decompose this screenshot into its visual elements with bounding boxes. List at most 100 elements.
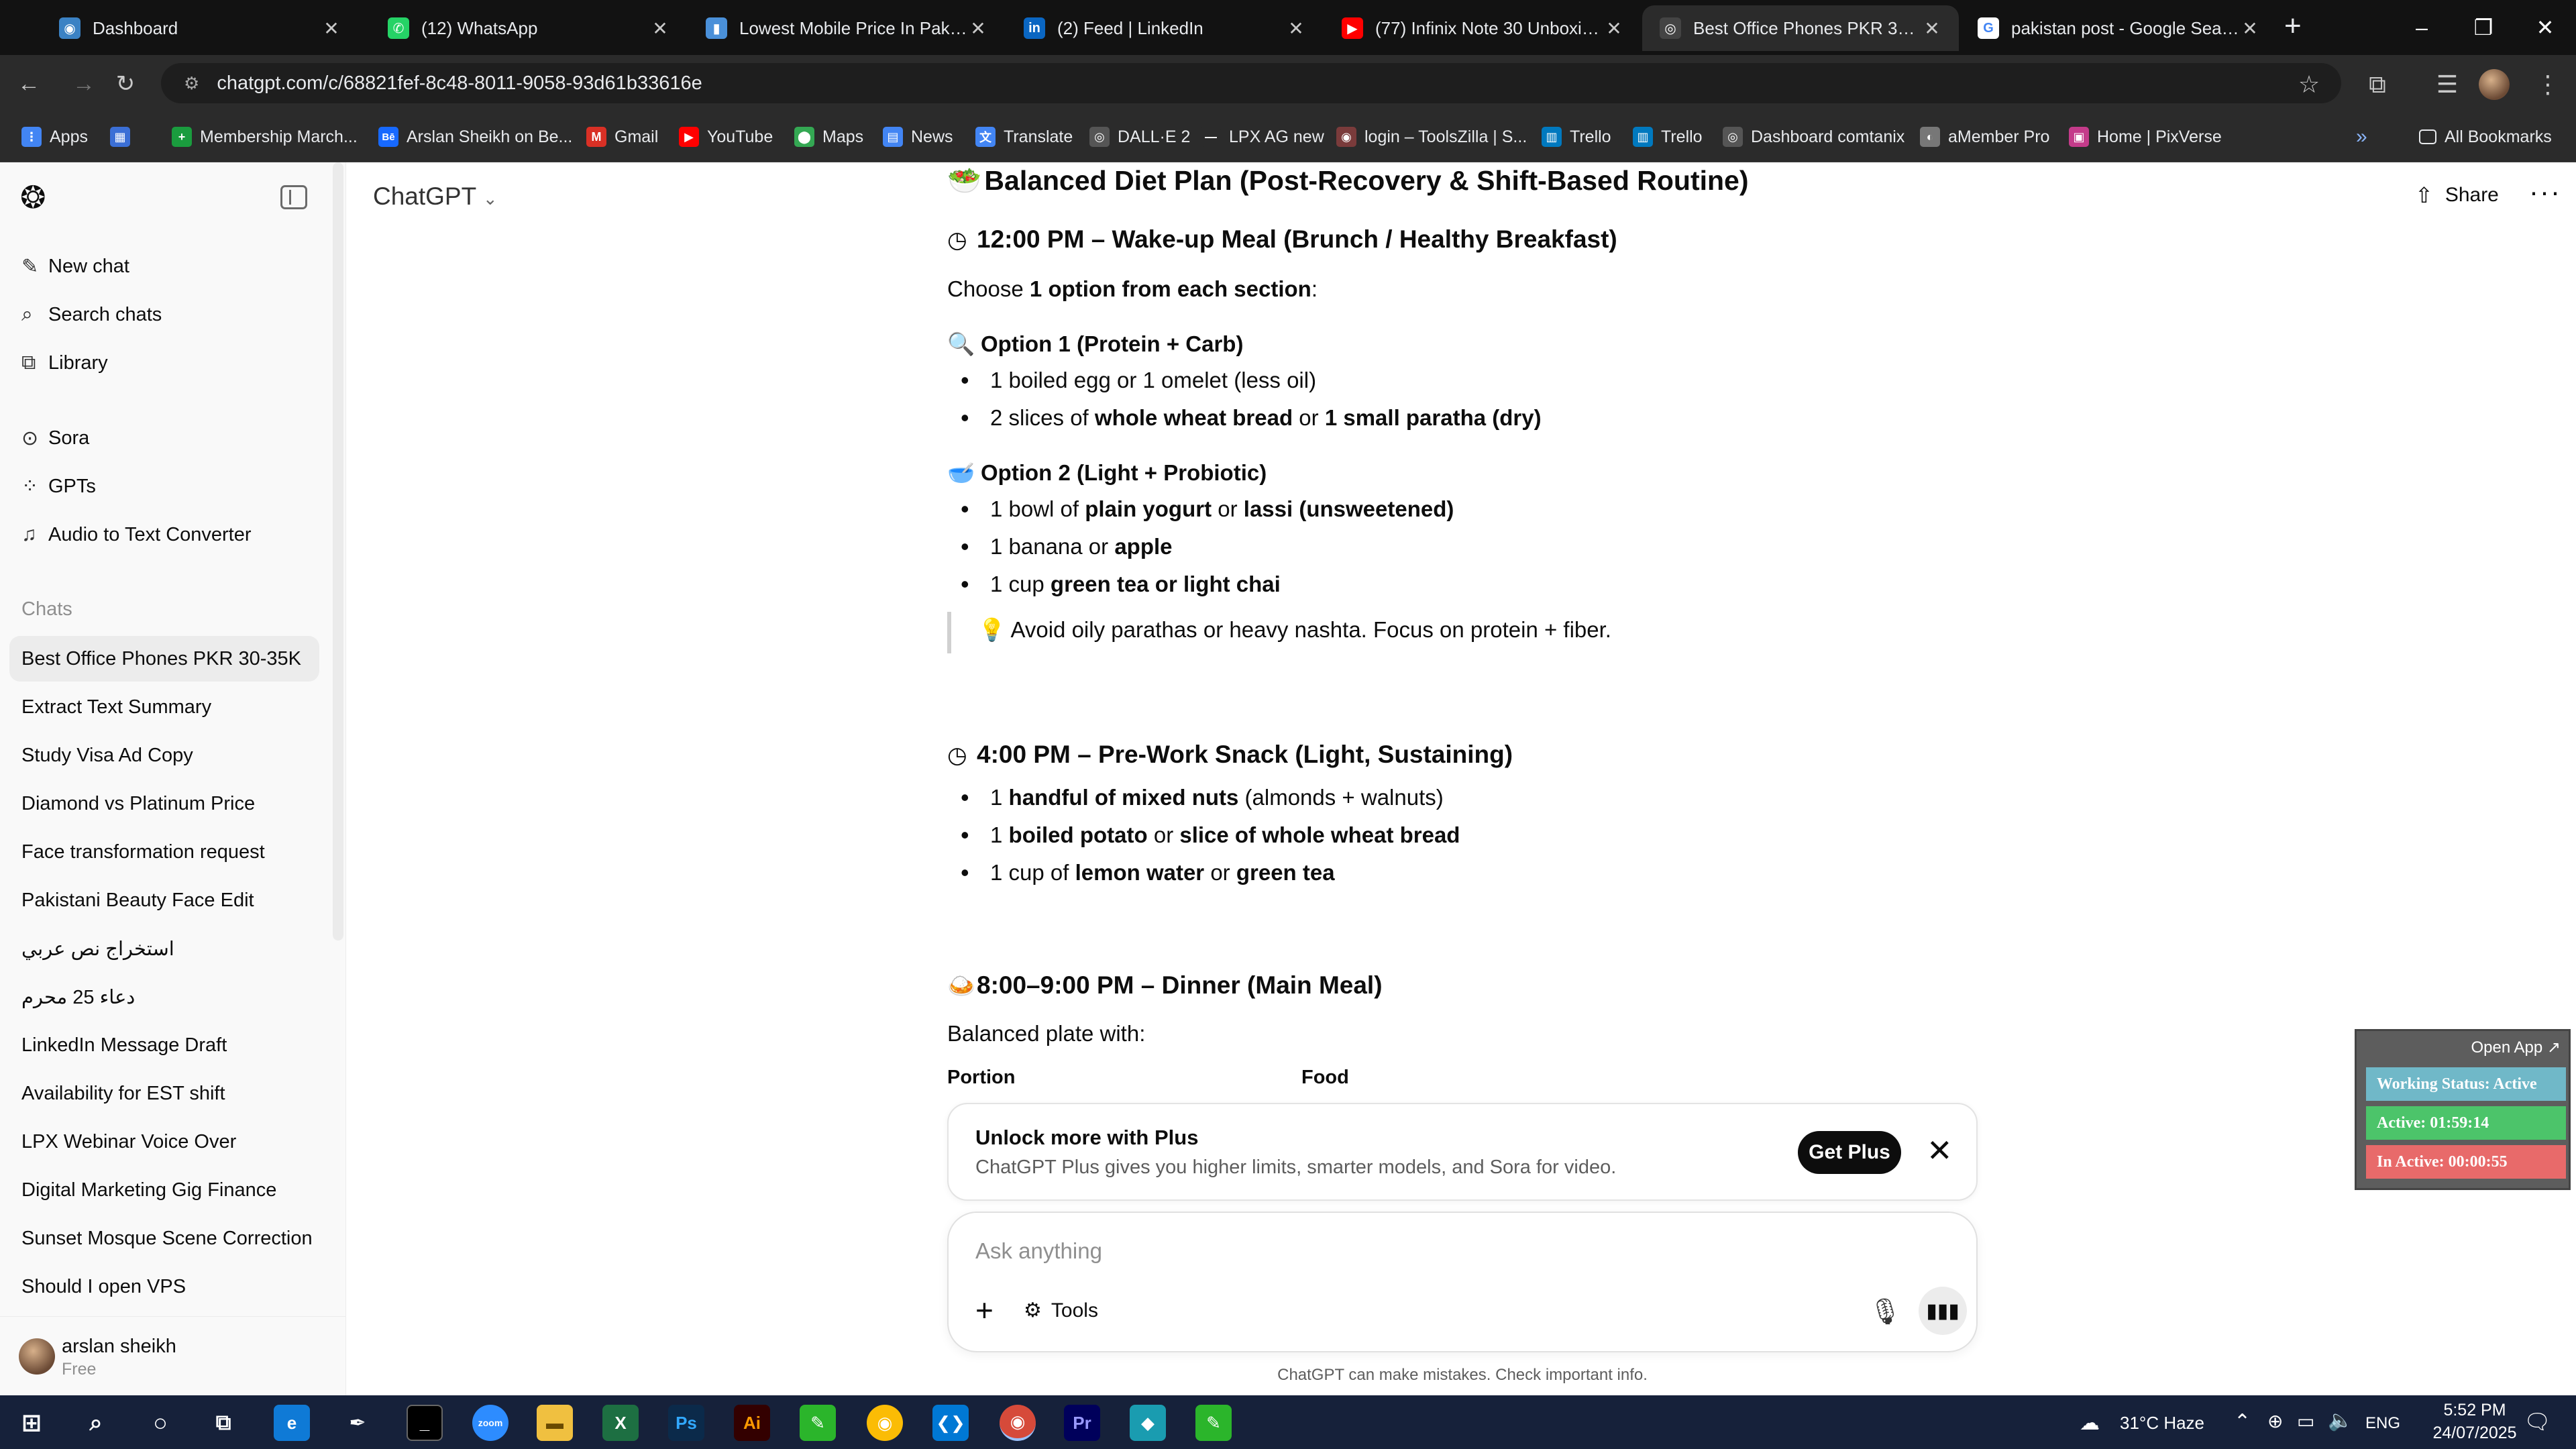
chat-item[interactable]: Pakistani Beauty Face Edit (9, 877, 319, 923)
terminal-icon[interactable]: _ (407, 1405, 443, 1441)
bookmark-toolszilla[interactable]: ◉ login – ToolsZilla | S... (1336, 122, 1527, 152)
chat-item[interactable]: Diamond vs Platinum Price (9, 781, 319, 826)
close-tab-icon[interactable]: ✕ (1287, 17, 1305, 40)
bookmark-lpx[interactable]: — LPX AG new (1201, 122, 1324, 152)
close-tab-icon[interactable]: ✕ (322, 17, 341, 40)
model-selector[interactable]: ChatGPT ⌄ (373, 182, 498, 211)
pen-tool-icon[interactable]: ✒ (339, 1405, 376, 1441)
vscode-icon[interactable]: ❮❯ (932, 1405, 969, 1441)
weather-icon[interactable]: ☁ (2080, 1411, 2100, 1435)
close-tab-icon[interactable]: ✕ (1923, 17, 1941, 40)
bookmark-icon-only[interactable]: ▦ (110, 122, 138, 152)
windows-start-icon[interactable]: ⊞ (13, 1405, 50, 1441)
sidebar-toggle-icon[interactable] (280, 185, 307, 209)
close-tab-icon[interactable]: ✕ (651, 17, 669, 40)
premiere-icon[interactable]: Pr (1064, 1405, 1100, 1441)
prompt-input[interactable]: Ask anything (975, 1238, 1102, 1264)
restore-button[interactable]: ❐ (2453, 0, 2514, 55)
excel-icon[interactable]: X (602, 1405, 639, 1441)
bookmark-pixverse[interactable]: ▣ Home | PixVerse (2069, 122, 2222, 152)
all-bookmarks-button[interactable]: All Bookmarks (2419, 122, 2552, 152)
chat-item[interactable]: Extract Text Summary (9, 684, 319, 730)
tab-youtube[interactable]: ▶ (77) Infinix Note 30 Unboxing | ✕ (1324, 5, 1641, 51)
zoom-icon[interactable]: zoom (472, 1405, 508, 1441)
sidebar-scrollbar[interactable] (333, 162, 343, 941)
bookmark-news[interactable]: ▤ News (883, 122, 953, 152)
openai-logo-icon[interactable]: ❂ (20, 181, 52, 213)
green-app-icon[interactable]: ✎ (800, 1405, 836, 1441)
bookmark-membership[interactable]: + Membership March... (172, 122, 358, 152)
open-app-link[interactable]: Open App ↗ (2471, 1038, 2561, 1057)
chrome-menu-icon[interactable]: ⋮ (2529, 66, 2567, 103)
sidebar-item-library[interactable]: ⧉ Library (9, 342, 319, 384)
edge-icon[interactable]: e (274, 1405, 310, 1441)
sidebar-item-gpts[interactable]: ⁘ GPTs (9, 466, 319, 507)
voice-mode-button[interactable]: ▮▮▮ (1919, 1287, 1967, 1335)
weather-text[interactable]: 31°C Haze (2120, 1413, 2204, 1434)
bookmark-youtube[interactable]: ▶ YouTube (679, 122, 773, 152)
green-app-2-icon[interactable]: ✎ (1195, 1405, 1232, 1441)
chat-item[interactable]: Digital Marketing Gig Finance (9, 1167, 319, 1213)
chat-item[interactable]: Face transformation request (9, 829, 319, 875)
blue-app-icon[interactable]: ◆ (1130, 1405, 1166, 1441)
user-profile[interactable]: arslan sheikh Free (0, 1316, 346, 1395)
chrome-icon[interactable]: ◉ (867, 1405, 903, 1441)
network-icon[interactable]: ⊕ (2267, 1410, 2283, 1432)
chat-item[interactable]: استخراج نص عربي (9, 926, 319, 971)
bookmark-trello-1[interactable]: ▥ Trello (1542, 122, 1611, 152)
close-window-button[interactable]: ✕ (2514, 0, 2576, 55)
bookmark-dalle[interactable]: ◎ DALL·E 2 (1089, 122, 1190, 152)
tab-chatgpt-active[interactable]: ◎ Best Office Phones PKR 30-35K ✕ (1642, 5, 1959, 51)
get-plus-button[interactable]: Get Plus (1798, 1131, 1901, 1174)
bookmark-behance[interactable]: Bē Arslan Sheikh on Be... (378, 122, 572, 152)
tab-mobile-price[interactable]: ▮ Lowest Mobile Price In Pakistan ✕ (688, 5, 1005, 51)
chat-item[interactable]: LPX Webinar Voice Over (9, 1119, 319, 1165)
notifications-icon[interactable]: 🗨 (2524, 1409, 2551, 1434)
bookmark-trello-2[interactable]: ▥ Trello (1633, 122, 1703, 152)
language-indicator[interactable]: ENG (2365, 1414, 2400, 1433)
chat-item[interactable]: Availability for EST shift (9, 1071, 319, 1116)
new-tab-button[interactable]: + (2284, 9, 2302, 43)
tools-button[interactable]: ⚙ Tools (1024, 1299, 1098, 1322)
clock-time[interactable]: 5:52 PM (2424, 1401, 2525, 1420)
bookmark-apps[interactable]: ⋮ Apps (21, 122, 88, 152)
media-controls-icon[interactable]: ☰ (2428, 66, 2466, 103)
tab-linkedin[interactable]: in (2) Feed | LinkedIn ✕ (1006, 5, 1323, 51)
sidebar-item-audio-converter[interactable]: ♫ Audio to Text Converter (9, 514, 319, 555)
chat-item[interactable]: دعاء 25 محرم (9, 974, 319, 1020)
illustrator-icon[interactable]: Ai (734, 1405, 770, 1441)
tray-expand-icon[interactable]: ⌃ (2234, 1410, 2251, 1434)
close-tab-icon[interactable]: ✕ (1605, 17, 1623, 40)
bookmark-comtanix[interactable]: ◎ Dashboard comtanix (1723, 122, 1904, 152)
forward-button[interactable]: → (67, 67, 101, 101)
minimize-button[interactable]: – (2391, 0, 2453, 55)
tab-whatsapp[interactable]: ✆ (12) WhatsApp ✕ (370, 5, 687, 51)
profile-avatar[interactable] (2475, 66, 2513, 103)
reload-button[interactable]: ↻ (109, 67, 142, 101)
more-options-icon[interactable]: ··· (2529, 176, 2561, 208)
extensions-icon[interactable]: ⧉ (2359, 66, 2396, 103)
chat-item[interactable]: LinkedIn Message Draft (9, 1022, 319, 1068)
wifi-icon[interactable]: ▭ (2297, 1410, 2314, 1432)
search-icon[interactable]: ⌕ (78, 1405, 114, 1441)
site-info-icon[interactable]: ⚙ (184, 73, 199, 94)
address-bar[interactable]: ⚙ chatgpt.com/c/68821fef-8c48-8011-9058-… (161, 63, 2341, 103)
sidebar-item-new-chat[interactable]: ✎ New chat (9, 246, 319, 287)
microphone-icon[interactable]: 🎙 (1869, 1297, 1901, 1327)
share-button[interactable]: ⇧ Share (2415, 182, 2499, 208)
sidebar-item-sora[interactable]: ⊙ Sora (9, 417, 319, 459)
chat-item-active[interactable]: Best Office Phones PKR 30-35K (9, 636, 319, 682)
close-tab-icon[interactable]: ✕ (969, 17, 987, 40)
file-explorer-icon[interactable]: ▬ (537, 1405, 573, 1441)
cortana-icon[interactable]: ○ (142, 1405, 178, 1441)
chat-item[interactable]: Should I open VPS (9, 1264, 319, 1309)
volume-icon[interactable]: 🔈 (2328, 1409, 2353, 1432)
attach-plus-icon[interactable]: + (975, 1292, 994, 1328)
chat-item[interactable]: Sunset Mosque Scene Correction (9, 1216, 319, 1261)
back-button[interactable]: ← (12, 67, 46, 101)
photoshop-icon[interactable]: Ps (668, 1405, 704, 1441)
tab-dashboard[interactable]: ◉ Dashboard ✕ (42, 5, 358, 51)
bookmark-maps[interactable]: ⬤ Maps (794, 122, 863, 152)
bookmark-star-icon[interactable]: ☆ (2290, 66, 2328, 103)
chat-item[interactable]: Study Visa Ad Copy (9, 733, 319, 778)
